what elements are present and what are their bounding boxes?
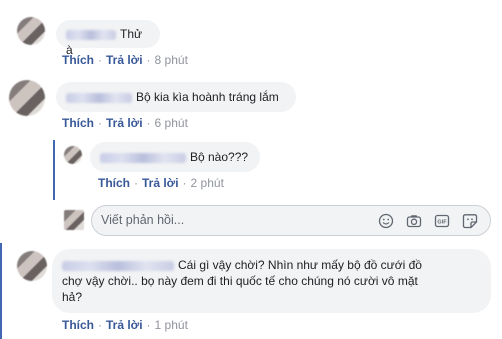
comment-bubble: Bộ kia kìa hoành tráng lắm [56, 82, 296, 112]
commenter-name-blurred[interactable] [100, 152, 186, 163]
comment-actions: Thích · Trả lời · 2 phút [98, 176, 224, 190]
separator: · [146, 116, 151, 130]
like-button[interactable]: Thích [62, 53, 94, 67]
reply-thread-line [53, 140, 55, 200]
separator: · [134, 176, 138, 190]
avatar[interactable] [9, 80, 45, 116]
reply-button[interactable]: Trả lời [142, 176, 179, 190]
gif-label: GIF [437, 220, 447, 226]
separator: · [146, 53, 151, 67]
comment-text-line: hả? [62, 290, 83, 304]
highlight-line [0, 243, 2, 339]
camera-icon[interactable] [406, 213, 422, 229]
timestamp[interactable]: 2 phút [191, 176, 224, 190]
reply-button[interactable]: Trả lời [106, 318, 143, 332]
timestamp[interactable]: 6 phút [155, 116, 188, 130]
avatar [64, 210, 84, 230]
comment-bubble: Cái gì vậy chời? Nhìn như mấy bộ đồ cưới… [52, 249, 491, 313]
sticker-icon[interactable] [462, 213, 478, 229]
comment-actions: Thích · Trả lời · 6 phút [62, 116, 188, 130]
separator: · [182, 176, 187, 190]
avatar[interactable] [64, 146, 82, 164]
like-button[interactable]: Thích [98, 176, 130, 190]
reply-input-placeholder[interactable]: Viết phản hồi... [101, 213, 184, 227]
avatar[interactable] [17, 251, 47, 281]
comment-actions: Thích · Trả lời · 8 phút [62, 53, 188, 67]
reply-button[interactable]: Trả lời [106, 116, 143, 130]
commenter-name-blurred[interactable] [62, 260, 174, 271]
commenter-name-blurred[interactable] [66, 29, 116, 40]
gif-icon[interactable]: GIF [434, 213, 450, 229]
reply-button[interactable]: Trả lời [106, 53, 143, 67]
comment-actions: Thích · Trả lời · 1 phút [62, 318, 188, 332]
separator: · [146, 318, 151, 332]
like-button[interactable]: Thích [62, 116, 94, 130]
comment-bubble: Bộ nào??? [90, 142, 260, 172]
avatar[interactable] [17, 17, 45, 45]
separator: · [98, 53, 102, 67]
separator: · [98, 318, 102, 332]
comment-text-line: chợ vậy chời.. bọ này đem đi thi quốc tế… [62, 274, 418, 288]
timestamp[interactable]: 8 phút [155, 53, 188, 67]
comment-text-line: Cái gì vậy chời? Nhìn như mấy bộ đồ cưới… [178, 258, 422, 272]
comment-bubble: Thử à [56, 20, 160, 57]
comment-text: Bộ kia kìa hoành tráng lắm [136, 90, 279, 104]
timestamp[interactable]: 1 phút [155, 318, 188, 332]
reply-input[interactable]: Viết phản hồi... GIF [91, 205, 491, 236]
comment-text: Cái gì vậy chời? Nhìn như mấy bộ đồ cưới… [62, 257, 481, 305]
emoji-icon[interactable] [378, 213, 394, 229]
comment-text: Bộ nào??? [190, 150, 249, 164]
separator: · [98, 116, 102, 130]
like-button[interactable]: Thích [62, 318, 94, 332]
commenter-name-blurred[interactable] [66, 92, 132, 103]
